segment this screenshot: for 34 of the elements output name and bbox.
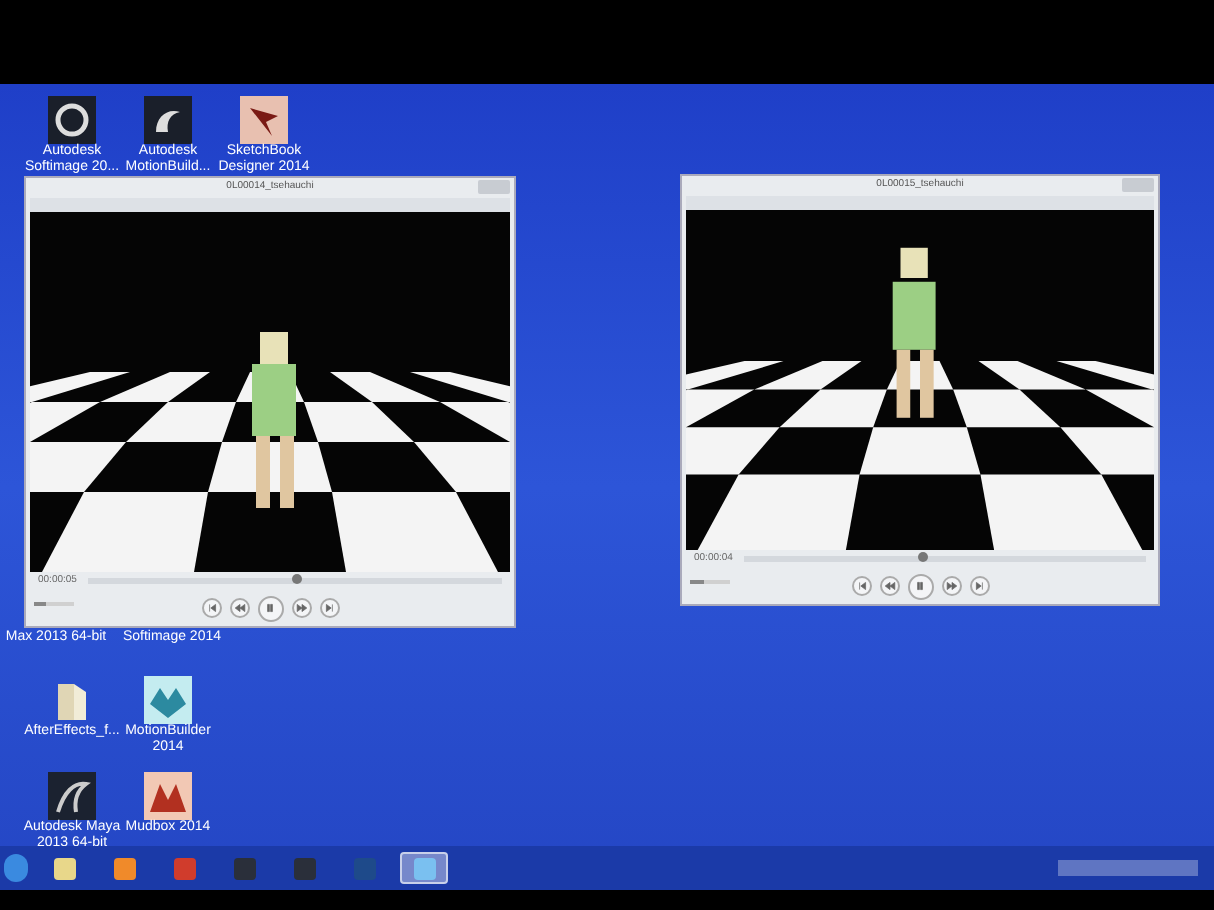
seek-thumb[interactable] <box>917 552 928 562</box>
skip-back-icon <box>205 602 217 614</box>
fast-forward-icon <box>945 580 957 592</box>
app-icon <box>413 857 435 879</box>
previous-button[interactable] <box>201 598 221 618</box>
rewind-button[interactable] <box>879 576 899 596</box>
app-icon <box>233 857 255 879</box>
app-icon[interactable] <box>48 96 96 144</box>
fast-forward-icon <box>295 602 307 614</box>
app-icon <box>353 857 375 879</box>
fast-forward-button[interactable] <box>941 576 961 596</box>
skip-back-icon <box>855 580 867 592</box>
skip-forward-icon <box>973 580 985 592</box>
rewind-icon <box>883 580 895 592</box>
app-icon[interactable] <box>240 96 288 144</box>
previous-button[interactable] <box>851 576 871 596</box>
app-icon <box>293 857 315 879</box>
fast-forward-button[interactable] <box>291 598 311 618</box>
rewind-icon <box>233 602 245 614</box>
app-icon <box>53 857 75 879</box>
app-icon <box>113 857 135 879</box>
next-button[interactable] <box>319 598 339 618</box>
pause-button[interactable] <box>257 595 283 621</box>
seek-thumb[interactable] <box>291 574 302 584</box>
skip-forward-icon <box>323 602 335 614</box>
app-icon[interactable] <box>48 772 96 820</box>
app-icon <box>173 857 195 879</box>
pause-icon <box>264 602 276 614</box>
rewind-button[interactable] <box>229 598 249 618</box>
app-icon[interactable] <box>144 96 192 144</box>
pause-button[interactable] <box>907 573 933 599</box>
next-button[interactable] <box>969 576 989 596</box>
start-button[interactable] <box>4 854 28 882</box>
pause-icon <box>914 580 926 592</box>
